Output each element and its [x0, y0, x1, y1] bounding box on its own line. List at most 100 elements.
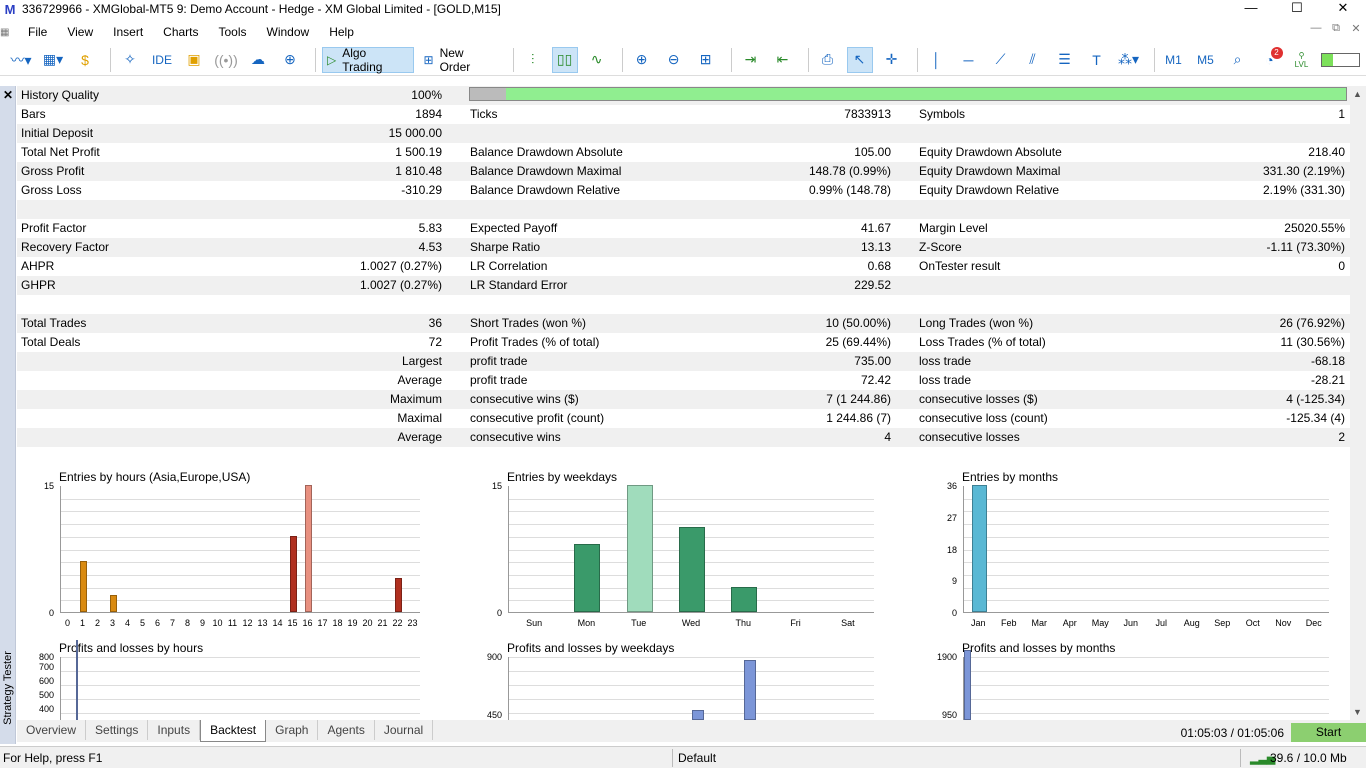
minimize-button[interactable]: —	[1228, 0, 1274, 18]
tab-settings[interactable]: Settings	[86, 720, 149, 740]
gridline	[964, 498, 1329, 500]
tab-overview[interactable]: Overview	[17, 720, 87, 740]
chart-plot-area	[508, 485, 874, 613]
stat-label: Equity Drawdown Relative	[919, 183, 1060, 197]
chart-type-icon[interactable]: 〰▾	[8, 47, 34, 73]
screenshot-icon[interactable]: ⎙	[815, 47, 841, 73]
chart-template-icon[interactable]: ▦▾	[40, 47, 66, 73]
line-chart-icon[interactable]: ∿	[584, 47, 610, 73]
plus-icon: ⊞	[423, 52, 434, 67]
x-tick-label: May	[1091, 618, 1109, 628]
chart-2: Entries by months Jan Feb Mar Apr May Jun Jul Au…	[915, 466, 1350, 636]
scroll-down-icon[interactable]: ▼	[1353, 707, 1362, 717]
tab-journal[interactable]: Journal	[375, 720, 434, 740]
gridline	[964, 574, 1329, 576]
lower-chart-bar	[76, 640, 78, 720]
timeframe-m5-button[interactable]: M5	[1193, 47, 1219, 73]
chart-1: Entries by weekdays Sun Mon Tue Wed Thu Fri Sat…	[466, 466, 915, 636]
stat-label: Loss Trades (% of total)	[919, 335, 1046, 349]
tab-agents[interactable]: Agents	[318, 720, 375, 740]
menu-charts[interactable]: Charts	[153, 25, 208, 39]
gridline	[964, 587, 1329, 589]
stat-label: Total Trades	[21, 316, 87, 330]
menu-bar: ▦ File View Insert Charts Tools Window H…	[0, 22, 1366, 42]
stat-value: 0.68	[867, 259, 891, 273]
y-tick-label: 15	[491, 481, 502, 491]
mdi-restore-icon[interactable]: ⧉	[1326, 22, 1346, 35]
zoom-in-icon[interactable]: ⊕	[629, 47, 655, 73]
level-icon[interactable]: ⚲ LVL	[1289, 47, 1315, 73]
maximize-button[interactable]: ☐	[1274, 0, 1320, 18]
lower-chart-bar	[692, 710, 704, 720]
gridline	[964, 671, 1329, 672]
bar-chart-icon[interactable]: ⫶	[520, 47, 546, 73]
cloud-icon[interactable]: ☁	[245, 47, 271, 73]
text-icon[interactable]: T	[1084, 47, 1110, 73]
tab-backtest[interactable]: Backtest	[200, 720, 267, 742]
shopping-bag-icon[interactable]: ▣	[181, 47, 207, 73]
chart-plot-area	[963, 657, 1329, 720]
start-button[interactable]: Start	[1291, 723, 1366, 742]
gridline	[964, 699, 1329, 700]
stat-label: Initial Deposit	[21, 126, 94, 140]
x-tick-label: Oct	[1245, 618, 1260, 628]
stat-label: Bars	[21, 107, 46, 121]
stat-value: -1.11 (73.30%)	[1266, 240, 1346, 254]
menu-tools[interactable]: Tools	[209, 25, 257, 39]
zoom-out-icon[interactable]: ⊖	[661, 47, 687, 73]
ai-assistant-icon[interactable]: ✧	[117, 47, 143, 73]
chart-bar	[304, 485, 313, 612]
market-icon[interactable]: $	[72, 47, 98, 73]
menu-view[interactable]: View	[57, 25, 103, 39]
gridline	[964, 549, 1329, 551]
algo-trading-button[interactable]: ▷ Algo Trading	[321, 46, 414, 74]
vps-icon[interactable]: ⊕	[277, 47, 303, 73]
stat-value: 1 810.48	[395, 164, 442, 178]
panel-close-icon[interactable]: ✕	[3, 88, 13, 102]
menu-window[interactable]: Window	[257, 25, 320, 39]
tab-graph[interactable]: Graph	[266, 720, 319, 740]
search-icon[interactable]: ⌕	[1225, 47, 1251, 73]
ide-button[interactable]: IDE	[149, 47, 175, 73]
menu-file[interactable]: File	[18, 25, 57, 39]
timeframe-m1-button[interactable]: M1	[1161, 47, 1187, 73]
vertical-scrollbar[interactable]: ▲ ▼	[1350, 86, 1366, 720]
stat-label: profit trade	[470, 373, 528, 387]
trendline-icon[interactable]: ⟋	[988, 47, 1014, 73]
gridline	[61, 657, 420, 658]
chart-shift-icon[interactable]: ⇤	[770, 47, 796, 73]
mdi-close-icon[interactable]: ✕	[1346, 22, 1366, 35]
menu-insert[interactable]: Insert	[103, 25, 153, 39]
stat-value: 4.53	[418, 240, 442, 254]
new-order-button[interactable]: ⊞ New Order	[420, 46, 501, 74]
stat-value: 7 (1 244.86)	[826, 392, 891, 406]
notifications-icon[interactable]: ◔ 2	[1257, 46, 1283, 73]
crosshair-icon[interactable]: ✛	[879, 47, 905, 73]
gridline	[509, 524, 874, 526]
close-button[interactable]: ✕	[1320, 0, 1366, 18]
scroll-up-icon[interactable]: ▲	[1353, 89, 1362, 99]
stat-value: 25020.55%	[1284, 221, 1345, 235]
vertical-line-icon[interactable]: │	[924, 47, 950, 73]
tile-windows-icon[interactable]: ⊞	[693, 47, 719, 73]
candle-chart-icon[interactable]: ▯▯	[551, 46, 578, 73]
cursor-icon[interactable]: ↖	[846, 46, 873, 73]
shapes-icon[interactable]: ⁂▾	[1116, 47, 1142, 73]
x-tick-label: Mar	[1031, 618, 1048, 628]
x-tick-label: Sat	[841, 618, 855, 628]
mdi-minimize-icon[interactable]: —	[1306, 22, 1326, 35]
channel-icon[interactable]: ⫽	[1020, 47, 1046, 73]
stat-value: -125.34 (4)	[1286, 411, 1345, 425]
menu-help[interactable]: Help	[319, 25, 364, 39]
signal-icon[interactable]: ((•))	[213, 47, 239, 73]
chart-bar	[626, 485, 653, 612]
fibonacci-icon[interactable]: ☰	[1052, 47, 1078, 73]
stats-row: Bars 1894 Ticks 7833913 Symbols 1	[17, 105, 1350, 124]
tab-inputs[interactable]: Inputs	[148, 720, 201, 740]
horizontal-line-icon[interactable]: ─	[956, 47, 982, 73]
auto-scroll-icon[interactable]: ⇥	[738, 47, 764, 73]
gridline	[61, 699, 420, 700]
stat-value: 229.52	[854, 278, 891, 292]
lower-chart-2: Profits and losses by months 1900 950	[915, 636, 1350, 720]
battery-icon	[1320, 47, 1360, 73]
